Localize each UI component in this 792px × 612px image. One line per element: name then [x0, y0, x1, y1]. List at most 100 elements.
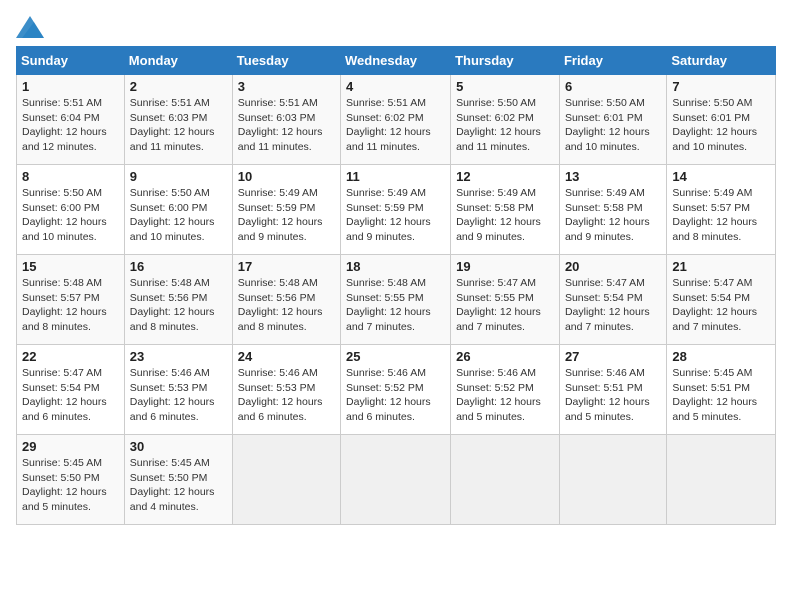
day-number: 22: [22, 349, 119, 364]
day-number: 10: [238, 169, 335, 184]
day-number: 27: [565, 349, 661, 364]
calendar-cell: 6Sunrise: 5:50 AMSunset: 6:01 PMDaylight…: [559, 75, 666, 165]
calendar-cell: 30 Sunrise: 5:45 AMSunset: 5:50 PMDayligh…: [124, 435, 232, 525]
day-number: 13: [565, 169, 661, 184]
day-info: Sunrise: 5:51 AMSunset: 6:03 PMDaylight:…: [130, 97, 215, 153]
day-info: Sunrise: 5:49 AMSunset: 5:58 PMDaylight:…: [565, 187, 650, 243]
page-header: [16, 16, 776, 38]
day-info: Sunrise: 5:45 AMSunset: 5:51 PMDaylight:…: [672, 367, 757, 423]
calendar-cell: 19 Sunrise: 5:47 AMSunset: 5:55 PMDayligh…: [451, 255, 560, 345]
day-info: Sunrise: 5:50 AMSunset: 6:00 PMDaylight:…: [22, 187, 107, 243]
calendar-cell: 4 Sunrise: 5:51 AMSunset: 6:02 PMDaylight…: [341, 75, 451, 165]
calendar-cell: 21 Sunrise: 5:47 AMSunset: 5:54 PMDayligh…: [667, 255, 776, 345]
calendar-table: SundayMondayTuesdayWednesdayThursdayFrid…: [16, 46, 776, 525]
day-info: Sunrise: 5:47 AMSunset: 5:54 PMDaylight:…: [565, 277, 650, 333]
calendar-cell: 18 Sunrise: 5:48 AMSunset: 5:55 PMDayligh…: [341, 255, 451, 345]
calendar-cell: 12 Sunrise: 5:49 AMSunset: 5:58 PMDayligh…: [451, 165, 560, 255]
calendar-cell: 20 Sunrise: 5:47 AMSunset: 5:54 PMDayligh…: [559, 255, 666, 345]
day-info: Sunrise: 5:49 AMSunset: 5:58 PMDaylight:…: [456, 187, 541, 243]
calendar-cell: 23 Sunrise: 5:46 AMSunset: 5:53 PMDayligh…: [124, 345, 232, 435]
calendar-cell: [667, 435, 776, 525]
calendar-week-row: 8 Sunrise: 5:50 AMSunset: 6:00 PMDaylight…: [17, 165, 776, 255]
calendar-cell: 17Sunrise: 5:48 AMSunset: 5:56 PMDayligh…: [232, 255, 340, 345]
day-info: Sunrise: 5:48 AMSunset: 5:56 PMDaylight:…: [130, 277, 215, 333]
calendar-cell: 3 Sunrise: 5:51 AMSunset: 6:03 PMDaylight…: [232, 75, 340, 165]
calendar-cell: 25Sunrise: 5:46 AMSunset: 5:52 PMDayligh…: [341, 345, 451, 435]
logo: [16, 16, 48, 38]
day-info: Sunrise: 5:47 AMSunset: 5:55 PMDaylight:…: [456, 277, 541, 333]
calendar-cell: 28 Sunrise: 5:45 AMSunset: 5:51 PMDayligh…: [667, 345, 776, 435]
day-number: 6: [565, 79, 661, 94]
calendar-header-row: SundayMondayTuesdayWednesdayThursdayFrid…: [17, 47, 776, 75]
calendar-cell: 8 Sunrise: 5:50 AMSunset: 6:00 PMDaylight…: [17, 165, 125, 255]
column-header-thursday: Thursday: [451, 47, 560, 75]
calendar-week-row: 1 Sunrise: 5:51 AMSunset: 6:04 PMDaylight…: [17, 75, 776, 165]
column-header-friday: Friday: [559, 47, 666, 75]
day-info: Sunrise: 5:51 AMSunset: 6:04 PMDaylight:…: [22, 97, 107, 153]
day-number: 15: [22, 259, 119, 274]
calendar-cell: 13 Sunrise: 5:49 AMSunset: 5:58 PMDayligh…: [559, 165, 666, 255]
day-info: Sunrise: 5:45 AMSunset: 5:50 PMDaylight:…: [130, 457, 215, 513]
logo-icon: [16, 16, 44, 38]
day-number: 29: [22, 439, 119, 454]
calendar-week-row: 22 Sunrise: 5:47 AMSunset: 5:54 PMDayligh…: [17, 345, 776, 435]
day-number: 21: [672, 259, 770, 274]
column-header-wednesday: Wednesday: [341, 47, 451, 75]
day-info: Sunrise: 5:48 AMSunset: 5:56 PMDaylight:…: [238, 277, 323, 333]
column-header-tuesday: Tuesday: [232, 47, 340, 75]
day-info: Sunrise: 5:51 AMSunset: 6:03 PMDaylight:…: [238, 97, 323, 153]
column-header-sunday: Sunday: [17, 47, 125, 75]
day-info: Sunrise: 5:46 AMSunset: 5:52 PMDaylight:…: [346, 367, 431, 423]
calendar-cell: 2 Sunrise: 5:51 AMSunset: 6:03 PMDaylight…: [124, 75, 232, 165]
calendar-cell: 1 Sunrise: 5:51 AMSunset: 6:04 PMDaylight…: [17, 75, 125, 165]
day-number: 20: [565, 259, 661, 274]
day-number: 2: [130, 79, 227, 94]
column-header-saturday: Saturday: [667, 47, 776, 75]
day-number: 12: [456, 169, 554, 184]
day-info: Sunrise: 5:50 AMSunset: 6:00 PMDaylight:…: [130, 187, 215, 243]
day-info: Sunrise: 5:47 AMSunset: 5:54 PMDaylight:…: [22, 367, 107, 423]
calendar-cell: 11Sunrise: 5:49 AMSunset: 5:59 PMDayligh…: [341, 165, 451, 255]
day-number: 26: [456, 349, 554, 364]
day-number: 8: [22, 169, 119, 184]
day-number: 19: [456, 259, 554, 274]
calendar-cell: 15 Sunrise: 5:48 AMSunset: 5:57 PMDayligh…: [17, 255, 125, 345]
day-number: 28: [672, 349, 770, 364]
day-number: 24: [238, 349, 335, 364]
day-number: 7: [672, 79, 770, 94]
day-info: Sunrise: 5:49 AMSunset: 5:57 PMDaylight:…: [672, 187, 757, 243]
calendar-cell: 26 Sunrise: 5:46 AMSunset: 5:52 PMDayligh…: [451, 345, 560, 435]
calendar-cell: 5 Sunrise: 5:50 AMSunset: 6:02 PMDaylight…: [451, 75, 560, 165]
day-info: Sunrise: 5:49 AMSunset: 5:59 PMDaylight:…: [346, 187, 431, 243]
day-info: Sunrise: 5:48 AMSunset: 5:57 PMDaylight:…: [22, 277, 107, 333]
calendar-cell: 29 Sunrise: 5:45 AMSunset: 5:50 PMDayligh…: [17, 435, 125, 525]
day-number: 1: [22, 79, 119, 94]
day-number: 23: [130, 349, 227, 364]
column-header-monday: Monday: [124, 47, 232, 75]
calendar-cell: [451, 435, 560, 525]
day-info: Sunrise: 5:50 AMSunset: 6:01 PMDaylight:…: [672, 97, 757, 153]
day-info: Sunrise: 5:45 AMSunset: 5:50 PMDaylight:…: [22, 457, 107, 513]
day-info: Sunrise: 5:50 AMSunset: 6:02 PMDaylight:…: [456, 97, 541, 153]
day-number: 16: [130, 259, 227, 274]
calendar-cell: 27Sunrise: 5:46 AMSunset: 5:51 PMDayligh…: [559, 345, 666, 435]
day-info: Sunrise: 5:51 AMSunset: 6:02 PMDaylight:…: [346, 97, 431, 153]
calendar-week-row: 29 Sunrise: 5:45 AMSunset: 5:50 PMDayligh…: [17, 435, 776, 525]
day-info: Sunrise: 5:47 AMSunset: 5:54 PMDaylight:…: [672, 277, 757, 333]
day-info: Sunrise: 5:48 AMSunset: 5:55 PMDaylight:…: [346, 277, 431, 333]
calendar-cell: 10 Sunrise: 5:49 AMSunset: 5:59 PMDayligh…: [232, 165, 340, 255]
day-number: 18: [346, 259, 445, 274]
calendar-cell: [232, 435, 340, 525]
day-info: Sunrise: 5:46 AMSunset: 5:52 PMDaylight:…: [456, 367, 541, 423]
calendar-cell: [559, 435, 666, 525]
day-info: Sunrise: 5:46 AMSunset: 5:53 PMDaylight:…: [130, 367, 215, 423]
day-info: Sunrise: 5:46 AMSunset: 5:53 PMDaylight:…: [238, 367, 323, 423]
day-number: 5: [456, 79, 554, 94]
day-info: Sunrise: 5:49 AMSunset: 5:59 PMDaylight:…: [238, 187, 323, 243]
day-number: 30: [130, 439, 227, 454]
day-number: 14: [672, 169, 770, 184]
calendar-cell: 22 Sunrise: 5:47 AMSunset: 5:54 PMDayligh…: [17, 345, 125, 435]
day-number: 3: [238, 79, 335, 94]
day-number: 9: [130, 169, 227, 184]
day-number: 4: [346, 79, 445, 94]
